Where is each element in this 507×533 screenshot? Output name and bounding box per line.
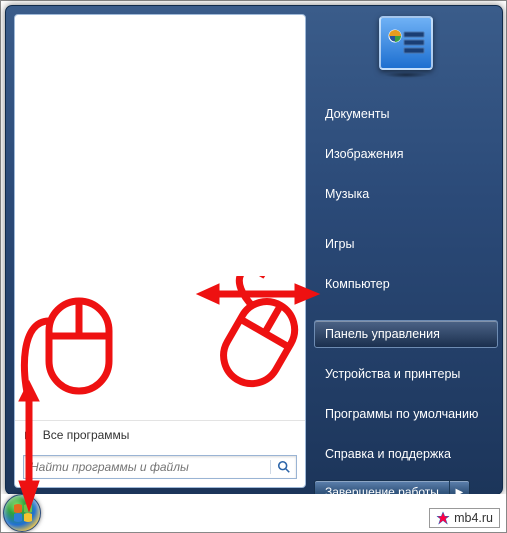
start-menu-left-pane: ▶ Все программы <box>14 14 306 488</box>
right-link-item[interactable]: Изображения <box>314 140 498 168</box>
watermark: mb4.ru <box>429 508 500 528</box>
right-link-label: Устройства и принтеры <box>325 367 460 381</box>
right-link-item[interactable]: Программы по умолчанию <box>314 400 498 428</box>
right-link-item[interactable]: Панель управления <box>314 320 498 348</box>
right-link-item[interactable]: Компьютер <box>314 270 498 298</box>
search-icon[interactable] <box>270 460 296 474</box>
right-link-item[interactable]: Музыка <box>314 180 498 208</box>
right-link-list: Документы Изображения Музыка Игры Компьютер П… <box>314 100 498 480</box>
search-row <box>15 449 305 487</box>
all-programs-label: Все программы <box>43 428 130 442</box>
avatar-shadow <box>384 72 428 78</box>
right-link-label: Музыка <box>325 187 369 201</box>
start-menu: ▶ Все программы <box>5 5 503 495</box>
right-link-item[interactable]: Справка и поддержка <box>314 440 498 468</box>
watermark-icon <box>436 511 450 525</box>
search-box <box>23 455 297 479</box>
right-link-label: Документы <box>325 107 389 121</box>
start-menu-right-pane: Документы Изображения Музыка Игры Компьютер П… <box>314 14 498 488</box>
right-link-label: Компьютер <box>325 277 390 291</box>
user-avatar-area <box>314 14 498 100</box>
separator <box>314 310 498 320</box>
separator <box>314 220 498 230</box>
chevron-right-icon: ▶ <box>25 430 33 441</box>
right-link-label: Справка и поддержка <box>325 447 451 461</box>
right-link-label: Панель управления <box>325 327 440 341</box>
watermark-text: mb4.ru <box>454 511 493 525</box>
right-link-label: Изображения <box>325 147 404 161</box>
start-button[interactable] <box>3 494 41 532</box>
user-avatar[interactable] <box>379 16 433 70</box>
right-link-label: Игры <box>325 237 354 251</box>
right-link-item[interactable]: Документы <box>314 100 498 128</box>
right-link-item[interactable]: Устройства и принтеры <box>314 360 498 388</box>
right-link-item[interactable]: Игры <box>314 230 498 258</box>
search-input[interactable] <box>24 460 270 474</box>
all-programs-button[interactable]: ▶ Все программы <box>15 420 305 449</box>
right-link-label: Программы по умолчанию <box>325 407 478 421</box>
programs-list-area <box>15 15 305 420</box>
